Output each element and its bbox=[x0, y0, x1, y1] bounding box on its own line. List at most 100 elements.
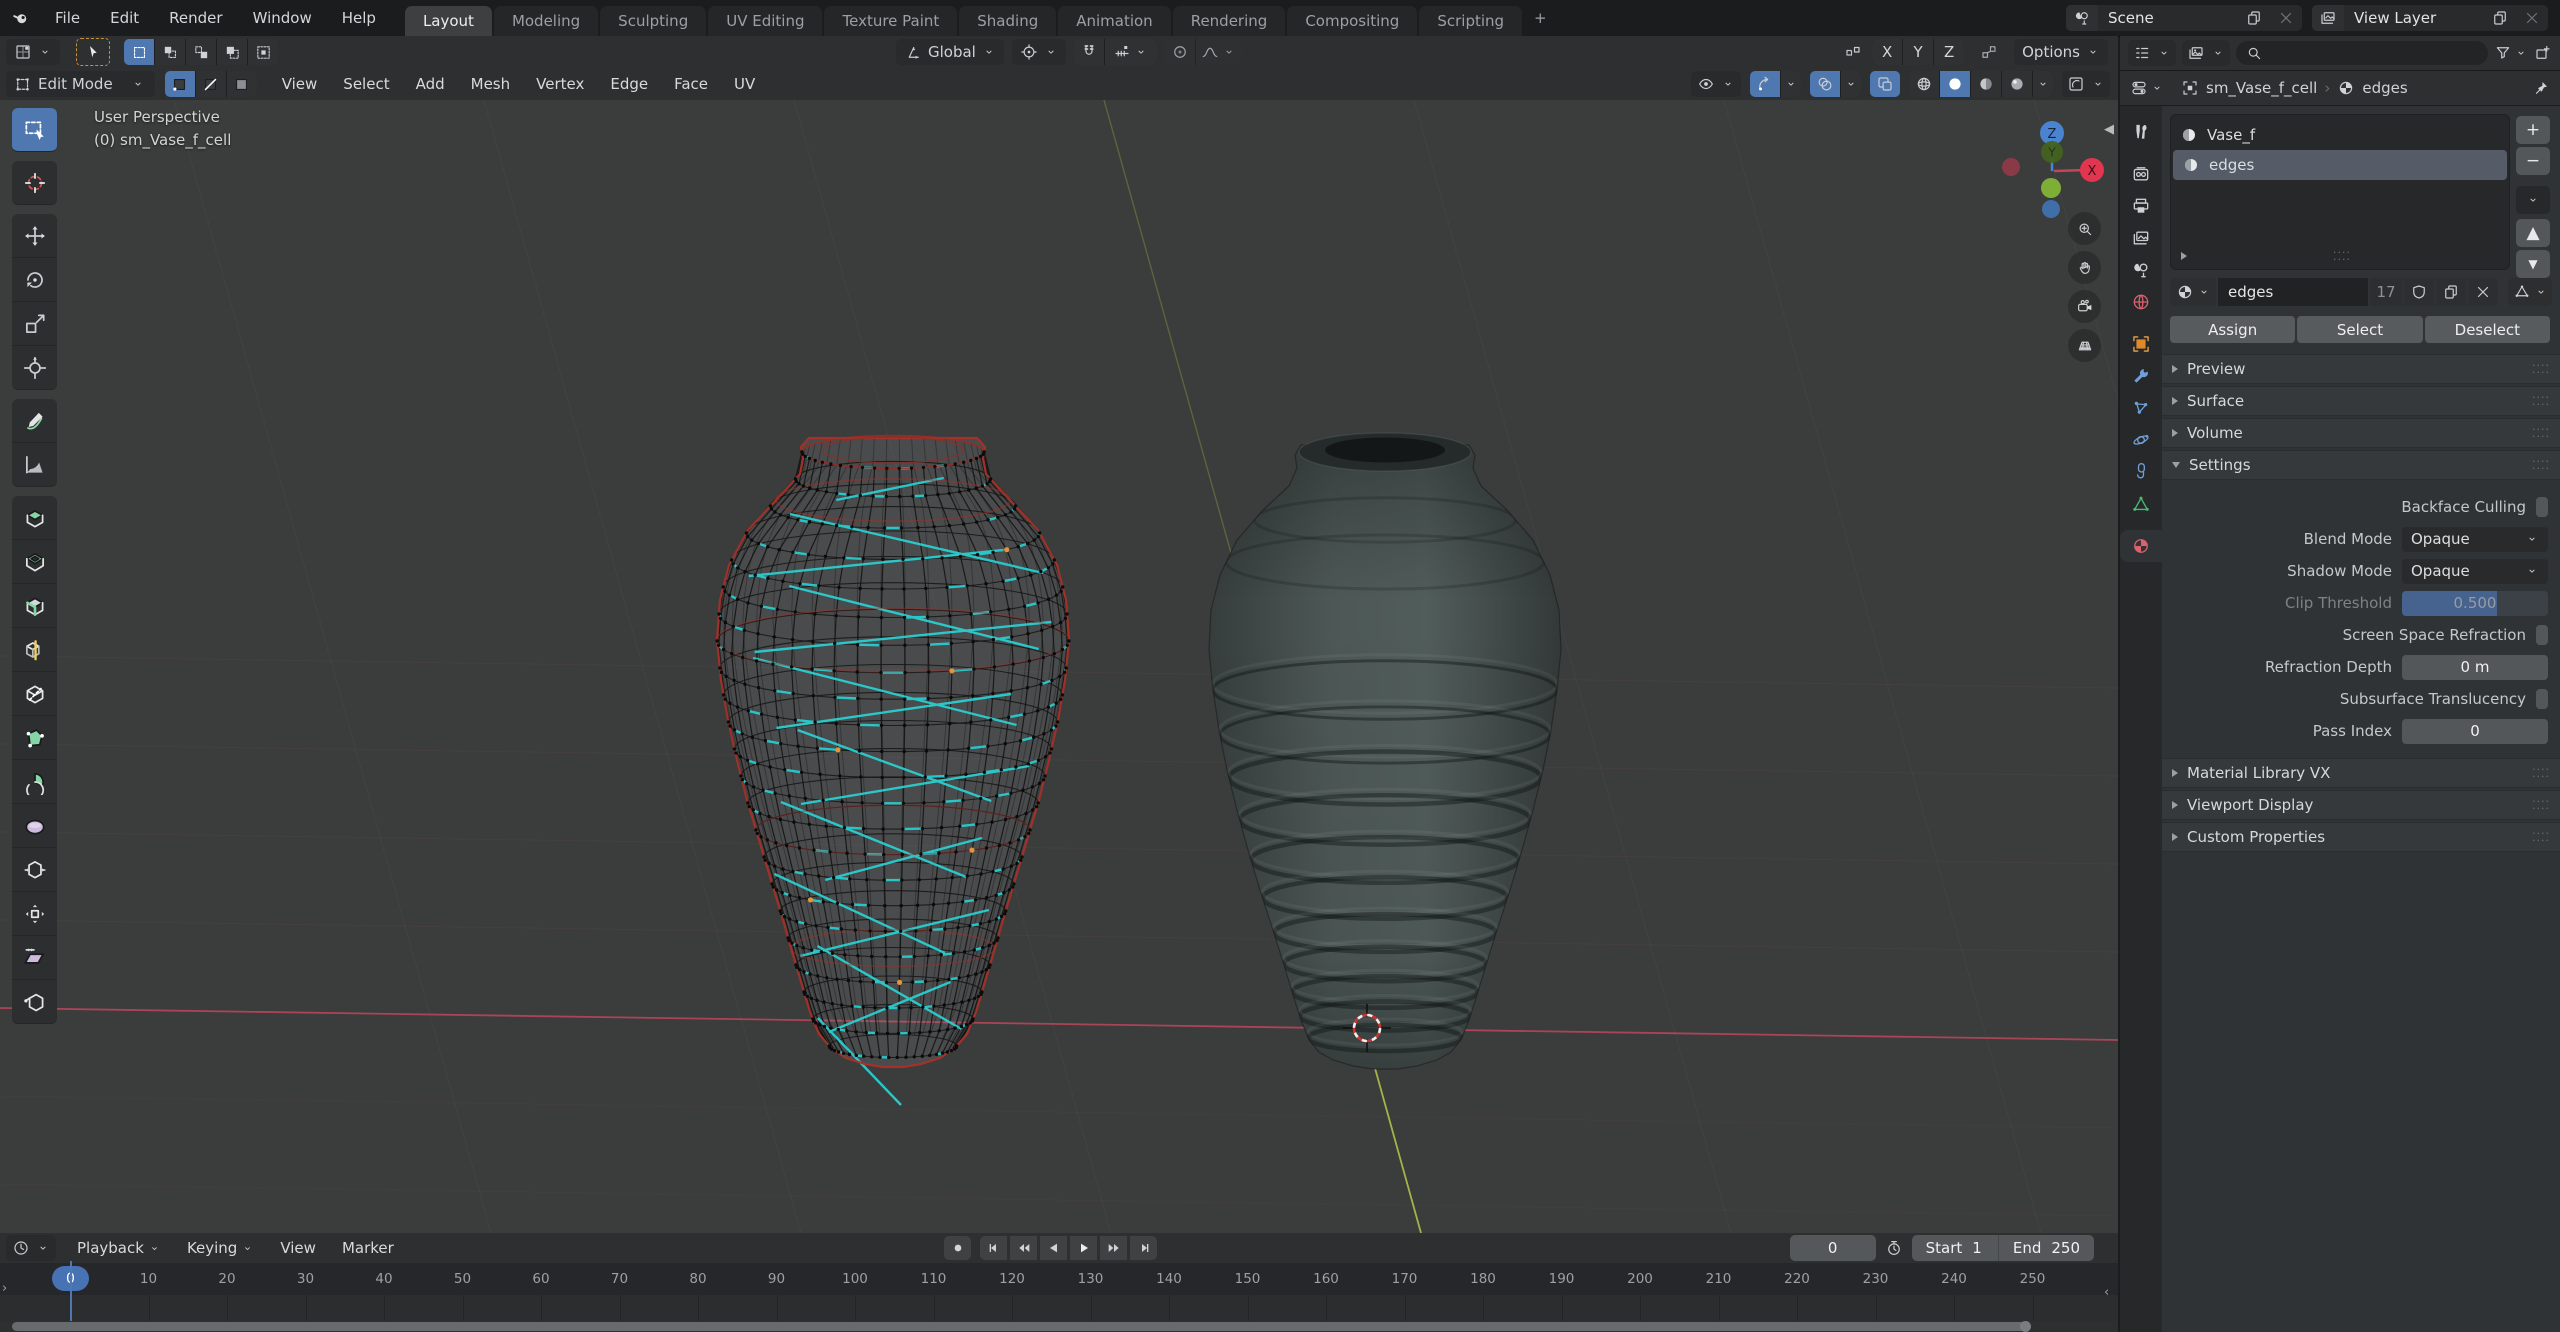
clip-threshold-slider[interactable]: 0.500 bbox=[2402, 591, 2548, 616]
refraction-depth-field[interactable]: 0 m bbox=[2402, 655, 2548, 680]
viewport-menu-vertex[interactable]: Vertex bbox=[523, 68, 597, 100]
material-slot-edges[interactable]: edges bbox=[2173, 150, 2507, 180]
tool-annotate[interactable] bbox=[12, 399, 57, 443]
jump-start-button[interactable] bbox=[980, 1236, 1007, 1260]
sidebar-toggle-arrow[interactable]: ◀ bbox=[2104, 122, 2114, 137]
tool-bevel[interactable] bbox=[12, 584, 57, 628]
mirror-x-toggle[interactable]: X bbox=[1872, 39, 1902, 65]
tool-measure[interactable] bbox=[12, 443, 57, 487]
node-filter-dropdown[interactable] bbox=[2508, 278, 2552, 306]
render-pass-dropdown[interactable] bbox=[2062, 71, 2110, 97]
pivot-point-dropdown[interactable] bbox=[1012, 39, 1066, 65]
proportional-falloff-dropdown[interactable] bbox=[1196, 39, 1242, 65]
remove-material-slot-button[interactable]: − bbox=[2516, 147, 2550, 175]
properties-tab-object[interactable] bbox=[2120, 328, 2162, 360]
panel-settings[interactable]: Settings········ bbox=[2162, 450, 2560, 480]
panel-surface[interactable]: Surface········ bbox=[2162, 386, 2560, 416]
pin-icon[interactable] bbox=[2532, 79, 2550, 97]
deselect-button[interactable]: Deselect bbox=[2425, 316, 2550, 343]
subsurface-translucency-checkbox[interactable] bbox=[2536, 689, 2548, 709]
view-layer-remove-icon[interactable] bbox=[2516, 5, 2548, 31]
viewport-menu-mesh[interactable]: Mesh bbox=[458, 68, 524, 100]
camera-view-button[interactable] bbox=[2068, 290, 2101, 323]
viewport-menu-view[interactable]: View bbox=[269, 68, 331, 100]
list-expand-arrow[interactable] bbox=[2181, 252, 2187, 260]
tool-extrude-region[interactable] bbox=[12, 496, 57, 540]
options-dropdown[interactable]: Options bbox=[2014, 39, 2108, 65]
panel-viewport-display[interactable]: Viewport Display········ bbox=[2162, 790, 2560, 820]
properties-tab-world[interactable] bbox=[2120, 286, 2162, 318]
move-slot-up-button[interactable]: ▲ bbox=[2516, 219, 2550, 247]
screen-space-refraction-checkbox[interactable] bbox=[2536, 625, 2548, 645]
tool-transform[interactable] bbox=[12, 346, 57, 390]
add-material-slot-button[interactable]: + bbox=[2516, 116, 2550, 144]
shading-dropdown[interactable] bbox=[2033, 71, 2053, 97]
scene-name[interactable]: Scene bbox=[2098, 9, 2238, 27]
move-slot-down-button[interactable]: ▼ bbox=[2516, 250, 2550, 278]
select-mode-select-extend[interactable] bbox=[155, 39, 185, 65]
view-layer-copy-icon[interactable] bbox=[2484, 5, 2516, 31]
panel-preview[interactable]: Preview········ bbox=[2162, 354, 2560, 384]
viewport-menu-select[interactable]: Select bbox=[330, 68, 402, 100]
show-overlays-toggle[interactable] bbox=[1810, 71, 1840, 97]
workspace-tab-scripting[interactable]: Scripting bbox=[1419, 6, 1522, 36]
show-gizmo-toggle[interactable] bbox=[1750, 71, 1780, 97]
properties-nav-dropdown[interactable] bbox=[2130, 79, 2164, 97]
3d-viewport[interactable]: User Perspective (0) sm_Vase_f_cell ZYX … bbox=[0, 100, 2118, 1233]
tool-move[interactable] bbox=[12, 214, 57, 258]
tool-edge-slide[interactable] bbox=[12, 848, 57, 892]
select-mode-vertex[interactable] bbox=[165, 71, 195, 97]
blender-logo-icon[interactable] bbox=[0, 0, 40, 36]
mode-dropdown[interactable]: Edit Mode bbox=[6, 71, 155, 97]
viewport-menu-edge[interactable]: Edge bbox=[597, 68, 661, 100]
select-mode-edge[interactable] bbox=[196, 71, 226, 97]
tool-scale[interactable] bbox=[12, 302, 57, 346]
menu-help[interactable]: Help bbox=[327, 0, 391, 36]
timeline-menu-marker[interactable]: Marker bbox=[329, 1232, 407, 1264]
timeline-editor-type-button[interactable] bbox=[6, 1235, 56, 1261]
tool-select-box[interactable] bbox=[12, 108, 57, 152]
next-keyframe-button[interactable] bbox=[1100, 1236, 1127, 1260]
properties-tab-particles[interactable] bbox=[2120, 392, 2162, 424]
properties-tab-object-data[interactable] bbox=[2120, 488, 2162, 520]
workspace-tab-layout[interactable]: Layout bbox=[405, 6, 492, 36]
timeline-menu-keying[interactable]: Keying bbox=[174, 1232, 267, 1264]
outliner-filter-dropdown[interactable] bbox=[2494, 44, 2528, 62]
shading-rendered-button[interactable] bbox=[2002, 71, 2032, 97]
orthographic-toggle-button[interactable] bbox=[2068, 329, 2101, 362]
material-slot-vase[interactable]: Vase_f bbox=[2171, 120, 2509, 150]
timeline-track-area[interactable] bbox=[0, 1295, 2118, 1321]
tool-poly-build[interactable] bbox=[12, 716, 57, 760]
tool-knife[interactable] bbox=[12, 672, 57, 716]
viewport-menu-uv[interactable]: UV bbox=[721, 68, 768, 100]
material-users-count[interactable]: 17 bbox=[2370, 278, 2402, 306]
gizmo-dropdown[interactable] bbox=[1781, 71, 1801, 97]
scene-icon[interactable] bbox=[2066, 5, 2098, 31]
start-frame-field[interactable]: 1 bbox=[1972, 1239, 1998, 1257]
object-visibility-dropdown[interactable] bbox=[1691, 71, 1741, 97]
assign-button[interactable]: Assign bbox=[2170, 316, 2295, 343]
timeline-left-collapse-arrow[interactable]: › bbox=[2, 1281, 7, 1296]
timeline-menu-view[interactable]: View bbox=[267, 1232, 329, 1264]
timeline-ruler[interactable]: 0 10203040506070809010011012013014015016… bbox=[0, 1263, 2118, 1295]
fake-user-shield-icon[interactable] bbox=[2404, 278, 2434, 306]
overlays-dropdown[interactable] bbox=[1841, 71, 1861, 97]
snap-toggle-button[interactable] bbox=[1074, 39, 1104, 65]
timeline-scrollbar[interactable] bbox=[0, 1321, 2118, 1332]
record-button[interactable] bbox=[944, 1236, 971, 1260]
properties-tab-modifiers[interactable] bbox=[2120, 360, 2162, 392]
jump-end-button[interactable] bbox=[1130, 1236, 1157, 1260]
workspace-tab-shading[interactable]: Shading bbox=[959, 6, 1056, 36]
outliner-view-layer-dropdown[interactable] bbox=[2182, 40, 2230, 66]
shading-material-button[interactable] bbox=[1971, 71, 2001, 97]
zoom-button[interactable] bbox=[2068, 212, 2101, 245]
tool-inset-faces[interactable] bbox=[12, 540, 57, 584]
proportional-editing-toggle[interactable] bbox=[1165, 39, 1195, 65]
menu-edit[interactable]: Edit bbox=[95, 0, 154, 36]
shadow-mode-dropdown[interactable]: Opaque bbox=[2402, 559, 2548, 584]
material-specials-dropdown[interactable] bbox=[2516, 186, 2550, 214]
pass-index-field[interactable]: 0 bbox=[2402, 719, 2548, 744]
snap-settings-dropdown[interactable] bbox=[1105, 39, 1157, 65]
tool-smooth[interactable] bbox=[12, 804, 57, 848]
select-button[interactable]: Select bbox=[2297, 316, 2422, 343]
